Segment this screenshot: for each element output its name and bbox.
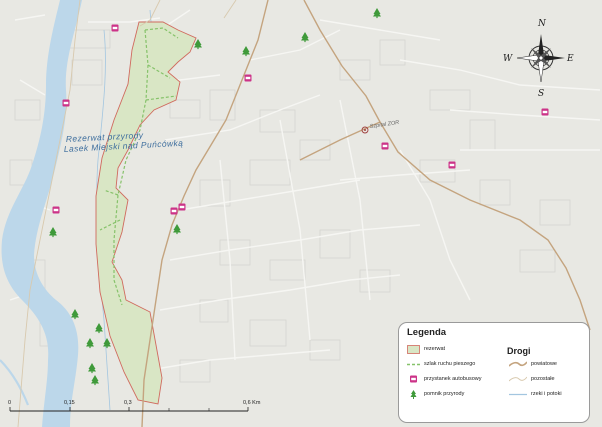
- legend-label: rzeki i potoki: [531, 391, 562, 397]
- bus-stop-icon[interactable]: [381, 142, 389, 150]
- bus-stop-icon[interactable]: [178, 203, 186, 211]
- bus-stop-icon[interactable]: [170, 207, 178, 215]
- legend-label: szlak ruchu pieszego: [424, 361, 476, 367]
- legend-label: pomnik przyrody: [424, 391, 465, 397]
- compass-east: E: [566, 54, 574, 64]
- bus-stop-icon[interactable]: [541, 108, 549, 116]
- map-legend: Legenda Drogi rezerwat szlak ruchu piesz…: [398, 322, 590, 423]
- other-road-icon: [509, 376, 527, 382]
- bus-stop-icon[interactable]: [244, 74, 252, 82]
- legend-title: Legenda: [407, 327, 447, 338]
- bus-stop-icon[interactable]: [111, 24, 119, 32]
- stream-line-icon: [509, 393, 527, 396]
- legend-label: rezerwat: [424, 346, 446, 352]
- county-road-icon: [509, 361, 527, 367]
- bus-stop-icon[interactable]: [52, 206, 60, 214]
- tree-icon: [410, 390, 417, 399]
- bus-stop-icon: [410, 375, 417, 383]
- legend-roads-title: Drogi: [507, 346, 531, 356]
- bus-stop-icon[interactable]: [448, 161, 456, 169]
- legend-label: pozostałe: [531, 376, 555, 382]
- compass-south: S: [538, 89, 544, 99]
- dashed-trail-icon: [407, 363, 420, 366]
- compass-north: N: [537, 19, 547, 29]
- scale-tick-label: 0,15: [64, 400, 75, 406]
- scale-tick-label: 0,3: [124, 400, 132, 406]
- bus-stop-icon[interactable]: [62, 99, 70, 107]
- legend-label: przystanek autobusowy: [424, 376, 482, 382]
- scale-tick-label: 0,6 Km: [243, 400, 261, 406]
- reserve-fill-icon: [407, 345, 420, 354]
- legend-label: powiatowe: [531, 361, 557, 367]
- scale-tick-label: 0: [8, 400, 11, 406]
- compass-west: W: [503, 54, 513, 64]
